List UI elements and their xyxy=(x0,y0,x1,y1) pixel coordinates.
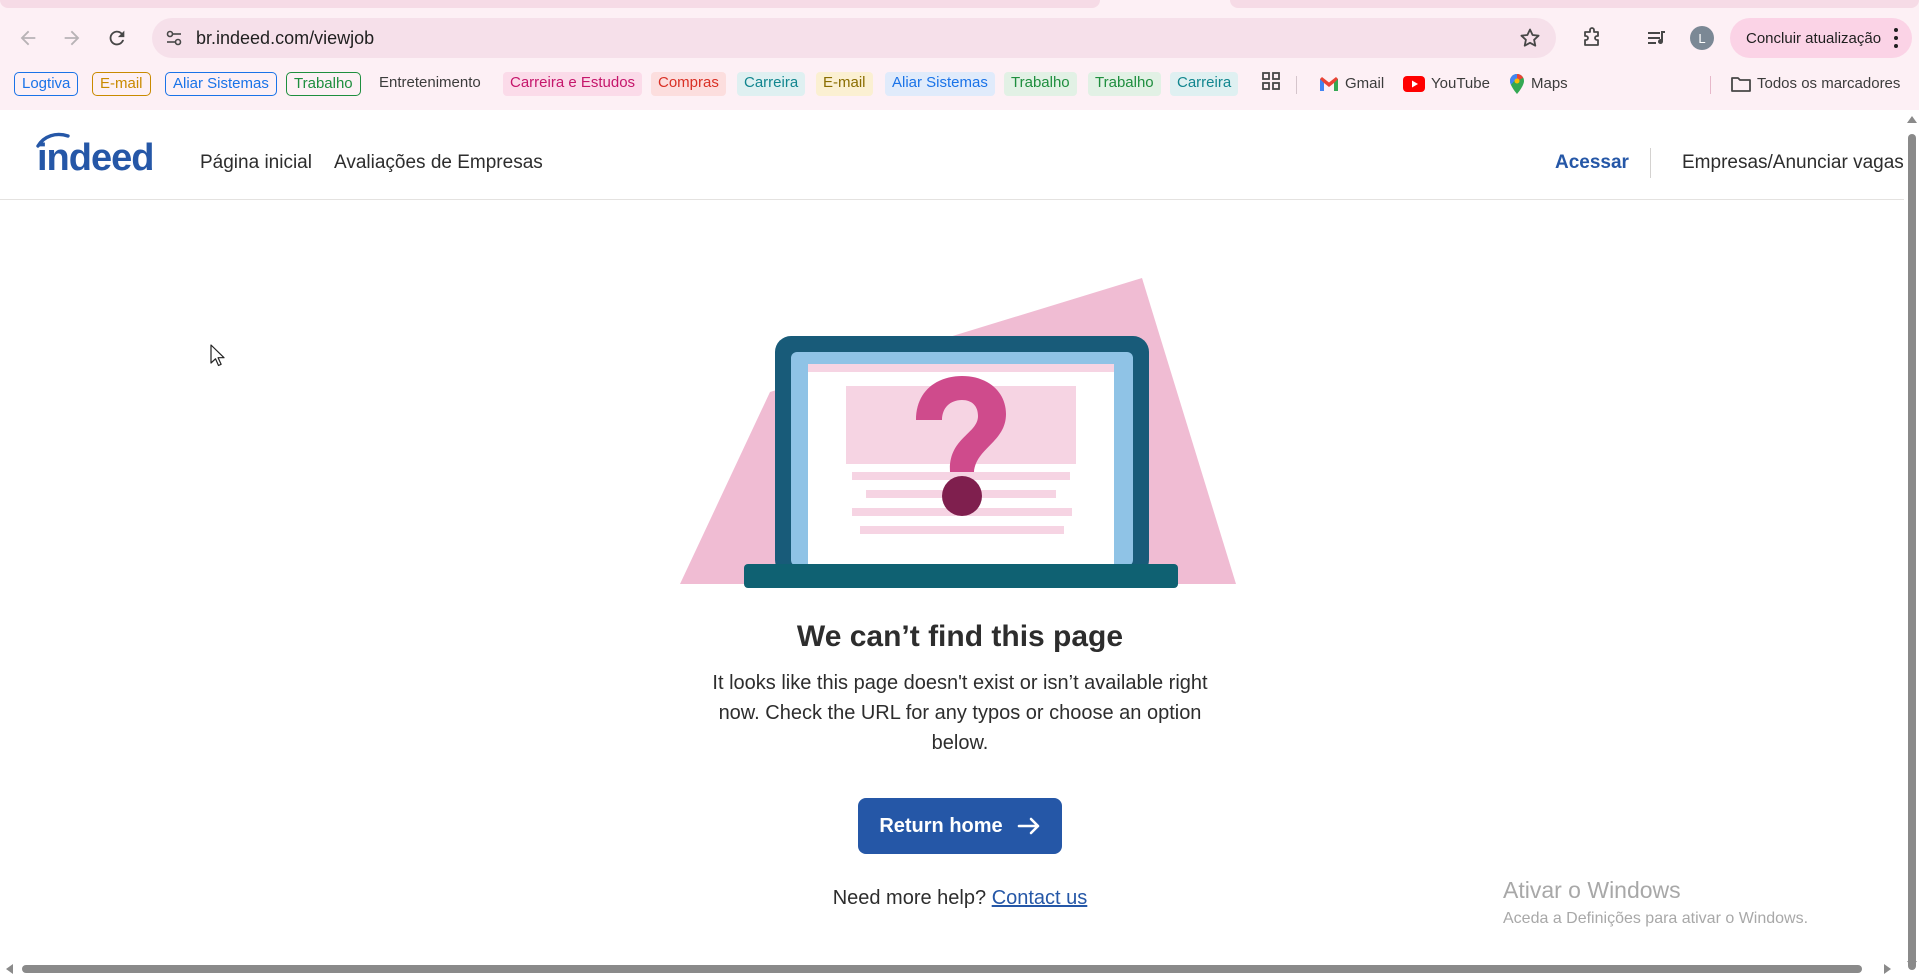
profile-avatar[interactable]: L xyxy=(1690,26,1714,50)
bookmarks-divider xyxy=(1710,76,1711,94)
contact-us-link[interactable]: Contact us xyxy=(992,887,1088,909)
bookmark-trabalho-3[interactable]: Trabalho xyxy=(1088,72,1161,96)
error-title: We can’t find this page xyxy=(796,620,1124,653)
bookmark-youtube[interactable]: YouTube xyxy=(1396,72,1497,96)
header-divider xyxy=(1650,148,1651,178)
horizontal-scroll-thumb[interactable] xyxy=(22,965,1862,973)
indeed-logo[interactable]: indeed xyxy=(34,132,174,179)
url-text[interactable]: br.indeed.com/viewjob xyxy=(196,28,374,49)
apps-button[interactable] xyxy=(1254,71,1288,95)
back-icon xyxy=(20,30,36,46)
indeed-logo-mark: indeed xyxy=(36,132,154,179)
sign-in-link[interactable]: Acessar xyxy=(1555,152,1629,174)
extensions-button[interactable] xyxy=(1576,22,1608,54)
windows-activation-subtitle: Aceda a Definições para ativar o Windows… xyxy=(1503,910,1809,927)
star-icon[interactable] xyxy=(1518,26,1542,50)
maps-pin-icon xyxy=(1510,74,1524,94)
extensions-icon xyxy=(1584,27,1599,46)
help-text: Need more help? xyxy=(832,887,987,909)
nav-home-link[interactable]: Página inicial xyxy=(200,152,312,174)
apps-grid-icon xyxy=(1262,72,1280,90)
browser-chrome: br.indeed.com/viewjob L Concluir atualiz… xyxy=(0,0,1919,110)
media-button[interactable] xyxy=(1641,22,1673,54)
tab-edge xyxy=(1230,0,1919,8)
all-bookmarks-button[interactable]: Todos os marcadores xyxy=(1724,72,1907,96)
reload-button[interactable] xyxy=(99,20,135,56)
bookmark-aliar-2[interactable]: Aliar Sistemas xyxy=(885,72,995,96)
help-line: Need more help? Contact us xyxy=(660,887,1260,910)
return-home-label: Return home xyxy=(879,814,1003,837)
update-button-label: Concluir atualização xyxy=(1746,29,1882,47)
bookmark-carreira-2[interactable]: Carreira xyxy=(1170,72,1239,96)
bookmark-logtiva[interactable]: Logtiva xyxy=(14,72,79,96)
bookmark-maps-label: Maps xyxy=(1531,75,1568,92)
all-bookmarks-label: Todos os marcadores xyxy=(1757,75,1901,92)
bookmark-gmail[interactable]: Gmail xyxy=(1312,72,1391,96)
nav-company-reviews-link[interactable]: Avaliações de Empresas xyxy=(334,152,543,174)
return-home-button[interactable]: Return home xyxy=(858,798,1062,854)
scroll-down-arrow-icon[interactable] xyxy=(1907,961,1917,968)
bookmark-email[interactable]: E-mail xyxy=(92,72,151,96)
bookmark-trabalho-2[interactable]: Trabalho xyxy=(1004,72,1077,96)
arrow-right-icon xyxy=(1017,817,1039,835)
bookmark-carreira-estudos[interactable]: Carreira e Estudos xyxy=(503,72,643,96)
bookmark-trabalho[interactable]: Trabalho xyxy=(286,72,361,96)
bookmark-gmail-label: Gmail xyxy=(1345,75,1385,92)
menu-dots-icon xyxy=(1894,28,1898,48)
bookmarks-divider xyxy=(1296,76,1297,94)
site-info-icon xyxy=(166,30,182,46)
laptop-base xyxy=(744,564,1178,588)
windows-activation-title: Ativar o Windows xyxy=(1503,877,1681,903)
update-button[interactable]: Concluir atualização xyxy=(1730,18,1912,58)
question-mark-dot xyxy=(942,476,982,516)
site-header: indeed Página inicial Avaliações de Empr… xyxy=(0,110,1904,200)
bookmark-entretenimento[interactable]: Entretenimento xyxy=(372,72,488,96)
screen-top-bar xyxy=(808,364,1114,372)
youtube-icon xyxy=(1403,76,1425,92)
scroll-up-arrow-icon[interactable] xyxy=(1907,116,1917,123)
folder-icon xyxy=(1731,77,1751,92)
bookmark-compras[interactable]: Compras xyxy=(651,72,726,96)
forward-icon xyxy=(64,30,80,46)
bookmark-carreira[interactable]: Carreira xyxy=(737,72,806,96)
mouse-cursor-icon xyxy=(210,344,225,367)
bookmark-youtube-label: YouTube xyxy=(1431,75,1490,92)
bookmark-email-2[interactable]: E-mail xyxy=(816,72,873,96)
scroll-left-arrow-icon[interactable] xyxy=(6,964,13,974)
tab-strip xyxy=(0,0,1919,8)
tab-edge xyxy=(0,0,1100,8)
error-illustration xyxy=(680,278,1236,588)
address-bar[interactable]: br.indeed.com/viewjob xyxy=(152,18,1556,58)
employers-link[interactable]: Empresas/Anunciar vagas xyxy=(1682,152,1904,174)
vertical-scrollbar[interactable] xyxy=(1904,110,1919,970)
scroll-right-arrow-icon[interactable] xyxy=(1884,964,1891,974)
error-description: It looks like this page doesn't exist or… xyxy=(712,672,1208,754)
indeed-logo-text: indeed xyxy=(37,137,153,176)
horizontal-scrollbar[interactable] xyxy=(0,962,1904,975)
media-icon xyxy=(1648,31,1665,45)
bookmark-maps[interactable]: Maps xyxy=(1502,72,1575,96)
reload-icon xyxy=(109,30,125,46)
vertical-scroll-thumb[interactable] xyxy=(1908,134,1916,970)
bookmarks-bar: Logtiva E-mail Aliar Sistemas Trabalho E… xyxy=(0,68,1919,98)
site-info-button[interactable] xyxy=(160,24,188,52)
gmail-icon xyxy=(1320,77,1338,91)
screen-line xyxy=(860,526,1064,534)
back-button[interactable] xyxy=(10,20,46,56)
bookmark-aliar[interactable]: Aliar Sistemas xyxy=(165,72,277,96)
forward-button[interactable] xyxy=(54,20,90,56)
